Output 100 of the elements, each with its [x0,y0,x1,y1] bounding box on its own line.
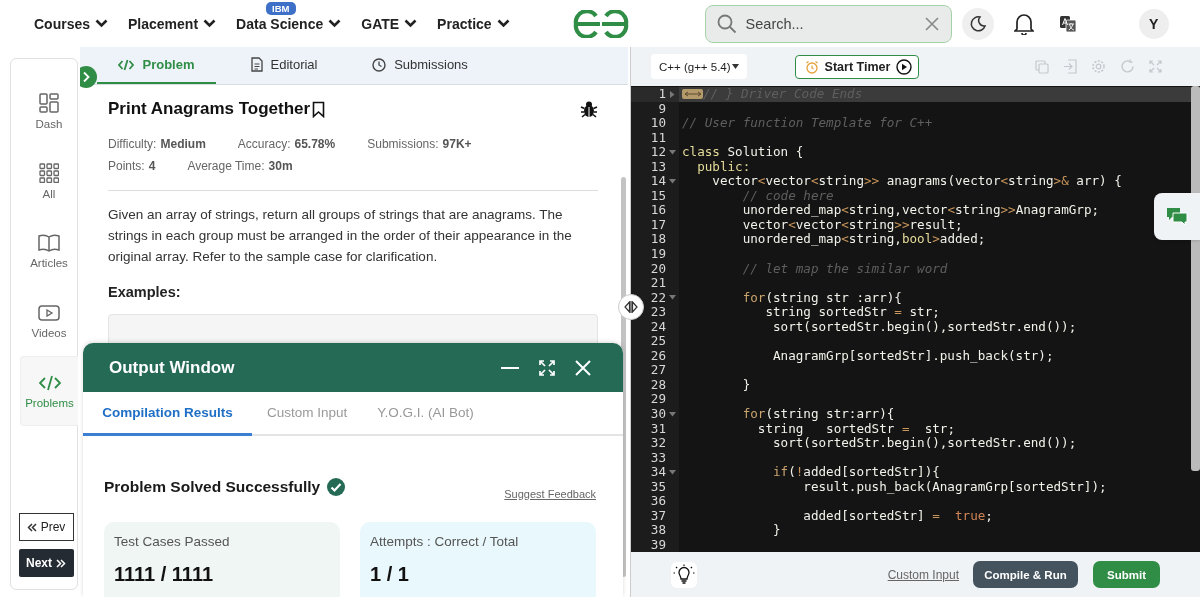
fold-arrow-icon[interactable] [669,411,676,417]
problem-tab[interactable]: Editorial [216,47,352,84]
hint-button[interactable] [671,561,697,588]
line-number: 31 [649,421,666,437]
logo-icon[interactable] [571,9,630,38]
fold-arrow-icon[interactable] [669,179,676,185]
code-line: for(string str:arr){ [741,407,895,422]
code-icon [118,58,135,71]
line-number: 30 [649,407,666,422]
code-line: unordered_map<string,bool>added; [741,232,986,247]
fold-widget[interactable] [682,89,703,100]
custom-input-link[interactable]: Custom Input [887,567,959,582]
stat-label: Accuracy: [237,136,291,153]
chat-button[interactable] [1154,193,1200,240]
nav-menu[interactable]: GATE [361,15,418,32]
caret-icon [731,64,739,69]
chat-bubbles-icon [1166,206,1188,227]
chevron-down-icon [328,19,342,28]
dashboard-icon [39,92,59,113]
line-number: 32 [649,436,666,451]
fold-arrow-icon[interactable] [669,295,676,301]
stat-value: 30m [268,158,293,175]
close-icon[interactable] [923,15,940,32]
bell-icon[interactable] [1013,12,1034,35]
sidebar-item[interactable]: Dash [20,76,78,146]
line-number: 39 [649,537,666,552]
line-number: 25 [649,334,666,349]
fold-arrow-icon[interactable] [669,470,676,475]
nav-menu[interactable]: Practice [437,15,510,32]
submit-button[interactable]: Submit [1093,561,1160,588]
sidebar-item[interactable]: Articles [20,216,78,286]
sidebar-item[interactable]: All [20,146,78,216]
bookmark-icon[interactable] [312,100,326,118]
code-line: // let map the similar word [741,261,948,277]
code-line: string sortedStr = str; [756,421,955,437]
line-number: 36 [649,494,666,509]
expand-icon[interactable] [539,359,555,376]
search-icon [716,13,737,34]
line-number: 17 [649,217,666,233]
split-arrows-icon [624,301,638,313]
translate-icon[interactable] [1058,14,1077,33]
nav-menu[interactable]: Data Science [236,15,342,32]
line-number: 20 [649,261,666,277]
code-line: vector<vector<string>>result; [741,217,963,233]
start-timer-button[interactable]: Start Timer [794,54,920,79]
card-label: Attempts : Correct / Total [370,534,520,549]
chevron-right-icon [81,71,91,83]
chevron-down-icon [496,19,510,28]
double-chevron-left-icon [26,522,37,532]
line-number: 14 [649,174,666,189]
line-number: 13 [649,159,666,175]
bug-icon[interactable] [580,100,598,118]
document-icon [250,57,263,72]
line-number: 10 [649,116,666,131]
sidebar-item[interactable]: Problems [20,356,78,426]
line-number: 11 [649,130,666,146]
stat-value: 97K+ [442,136,472,153]
language-select[interactable]: C++ (g++ 5.4) [651,54,747,79]
line-number: 34 [649,465,666,480]
problem-tab[interactable]: Submissions [352,47,488,84]
expand-toggle[interactable] [80,66,97,88]
chevron-down-icon [404,19,418,28]
stat-value: 4 [148,158,156,175]
line-number: 33 [649,450,666,466]
line-number: 16 [649,203,666,218]
output-tab[interactable]: Compilation Results [83,392,252,436]
sidebar-item[interactable]: Videos [20,286,78,356]
code-editor[interactable] [631,86,1200,552]
alarm-clock-icon [804,59,819,74]
nav-menu[interactable]: Courses [34,15,109,32]
stat-label: Difficulty: [108,136,157,153]
search-field[interactable]: Search... [704,4,952,43]
code-line: // code here [741,188,834,204]
code-line: AnagramGrp[sortedStr].push_back(str); [772,348,1054,364]
line-number: 38 [649,523,666,538]
nav-menu[interactable]: Placement [128,15,217,32]
code-line: sort(sortedStr.begin(),sortedStr.end()); [773,319,1077,335]
play-circle-icon [896,58,913,75]
code-line: if(!added[sortedStr]){ [772,465,940,480]
problem-title: Print Anagrams Together [108,99,311,119]
fold-arrow-icon[interactable] [670,90,675,98]
next-button[interactable]: Next [18,549,74,577]
line-number: 35 [649,479,666,495]
status-message: Problem Solved Successfully [104,478,321,496]
avatar[interactable]: Y [1138,8,1169,39]
line-number: 22 [649,290,666,306]
dark-mode-toggle[interactable] [961,7,994,40]
line-number: 37 [649,508,666,524]
line-number: 12 [649,145,666,160]
compile-run-button[interactable]: Compile & Run [973,561,1078,588]
prev-button[interactable]: Prev [18,513,74,541]
code-line: string sortedStr = str; [764,305,940,320]
line-number: 21 [649,276,666,291]
line-number: 18 [649,232,666,247]
suggest-feedback-link[interactable]: Suggest Feedback [504,488,596,500]
fold-arrow-icon[interactable] [669,149,676,155]
problem-tab[interactable]: Problem [97,47,216,84]
code-line: for(string str :arr){ [741,290,902,306]
minimize-icon[interactable] [501,365,519,370]
problem-description: Given an array of strings, return all groups of strings that are anagrams. The strings in each group must be arranged in the order of their appearance in the original array. Refer to the sample case for clarification. [108,206,573,266]
